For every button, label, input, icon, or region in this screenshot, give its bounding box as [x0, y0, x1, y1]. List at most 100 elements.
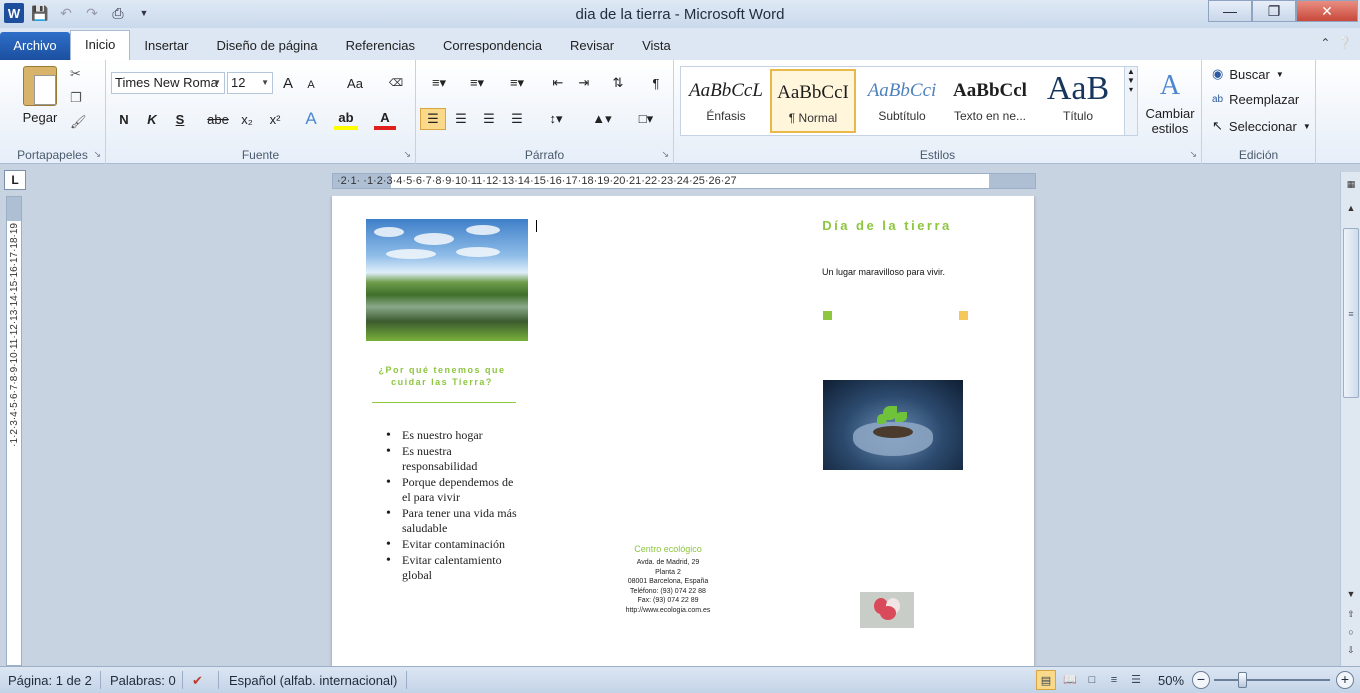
clear-format-icon[interactable]: ⌫: [386, 72, 406, 94]
borders-icon[interactable]: □▾: [630, 108, 662, 130]
italic-button[interactable]: K: [142, 108, 162, 130]
tab-inicio[interactable]: Inicio: [70, 30, 131, 60]
tab-diseno-pagina[interactable]: Diseño de página: [202, 32, 331, 60]
flower-image[interactable]: [860, 592, 914, 628]
underline-button[interactable]: S: [170, 108, 190, 130]
style-enfasis[interactable]: AaBbCcL Énfasis: [683, 69, 769, 133]
grow-font-button[interactable]: A: [278, 72, 298, 94]
minimize-button[interactable]: —: [1208, 0, 1252, 22]
replace-button[interactable]: ab Reemplazar: [1212, 92, 1299, 107]
justify-icon[interactable]: ☰: [506, 108, 528, 130]
horizontal-ruler[interactable]: ·2·1· ·1·2·3·4·5·6·7·8·9·10·11·12·13·14·…: [332, 173, 1036, 189]
landscape-image[interactable]: [366, 219, 528, 341]
green-square-shape[interactable]: [823, 311, 832, 320]
word-count[interactable]: Palabras: 0: [110, 673, 176, 688]
tab-selector[interactable]: L: [4, 170, 26, 190]
select-button[interactable]: ↖ Seleccionar ▼: [1212, 118, 1311, 134]
scroll-thumb[interactable]: ≡: [1343, 228, 1359, 398]
tab-correspondencia[interactable]: Correspondencia: [429, 32, 556, 60]
chevron-down-icon: ▼: [213, 78, 221, 87]
multilevel-list-icon[interactable]: ≡▾: [502, 72, 532, 94]
page-count[interactable]: Página: 1 de 2: [8, 673, 92, 688]
style-sample: AaBbCcL: [689, 80, 763, 101]
align-center-icon[interactable]: ☰: [450, 108, 472, 130]
language-indicator[interactable]: Español (alfab. internacional): [229, 673, 397, 688]
zoom-in-button[interactable]: +: [1336, 671, 1354, 689]
strikethrough-button[interactable]: abe: [206, 108, 230, 130]
proofing-icon[interactable]: ✔: [192, 673, 203, 689]
style-subtitulo[interactable]: AaBbCci Subtítulo: [859, 69, 945, 133]
subscript-button[interactable]: x₂: [236, 108, 258, 130]
bullets-icon[interactable]: ≡▾: [424, 72, 454, 94]
scroll-down-icon[interactable]: ▼: [1343, 586, 1359, 602]
align-left-icon[interactable]: ☰: [420, 108, 446, 130]
top-margin-area: [7, 197, 21, 221]
cut-icon[interactable]: ✂: [70, 66, 87, 82]
previous-page-icon[interactable]: ⇧: [1343, 606, 1359, 622]
align-right-icon[interactable]: ☰: [478, 108, 500, 130]
superscript-button[interactable]: x²: [264, 108, 286, 130]
org-name: Centro ecológico: [634, 544, 702, 554]
tab-archivo[interactable]: Archivo: [0, 32, 70, 60]
increase-indent-icon[interactable]: ⇥: [574, 72, 594, 94]
text-effects-icon[interactable]: A: [300, 108, 322, 130]
paragraph-launcher-icon[interactable]: ↘: [661, 149, 669, 160]
zoom-level[interactable]: 50%: [1158, 673, 1184, 688]
tab-referencias[interactable]: Referencias: [332, 32, 429, 60]
yellow-square-shape[interactable]: [959, 311, 968, 320]
maximize-button[interactable]: ❐: [1252, 0, 1296, 22]
sort-icon[interactable]: ⇅: [608, 72, 628, 94]
tab-revisar[interactable]: Revisar: [556, 32, 628, 60]
style-titulo[interactable]: AaB Título: [1035, 69, 1121, 133]
zoom-out-button[interactable]: −: [1192, 671, 1210, 689]
numbering-icon[interactable]: ≡▾: [462, 72, 492, 94]
styles-launcher-icon[interactable]: ↘: [1189, 149, 1197, 160]
status-bar: Página: 1 de 2 Palabras: 0 ✔ Español (al…: [0, 666, 1360, 693]
font-color-button[interactable]: A: [374, 108, 396, 130]
paste-button[interactable]: Pegar: [18, 66, 62, 125]
style-sample: AaBbCcl: [953, 80, 1027, 101]
format-painter-icon[interactable]: 🖌: [70, 114, 87, 130]
replace-label: Reemplazar: [1229, 92, 1300, 107]
style-normal[interactable]: AaBbCcI ¶ Normal: [770, 69, 856, 133]
change-styles-button[interactable]: A Cambiar estilos: [1144, 66, 1196, 136]
style-texto-negrita[interactable]: AaBbCcl Texto en ne...: [947, 69, 1033, 133]
style-sample: AaBbCci: [867, 80, 937, 101]
full-screen-reading-icon[interactable]: 📖: [1060, 670, 1080, 690]
tab-insertar[interactable]: Insertar: [130, 32, 202, 60]
print-layout-icon[interactable]: ▤: [1036, 670, 1056, 690]
find-button[interactable]: ◉ Buscar ▼: [1212, 66, 1284, 82]
vertical-scrollbar[interactable]: ▦ ▲ ≡ ▼ ⇧ ○ ⇩: [1340, 172, 1360, 666]
clipboard-launcher-icon[interactable]: ↘: [93, 149, 101, 160]
browse-object-icon[interactable]: ○: [1343, 624, 1359, 640]
hands-plant-image[interactable]: [823, 380, 963, 470]
document-page[interactable]: ¿Por qué tenemos que cuidar las Tierra? …: [332, 196, 1034, 666]
pilcrow-icon[interactable]: ¶: [646, 72, 666, 94]
bold-button[interactable]: N: [114, 108, 134, 130]
font-launcher-icon[interactable]: ↘: [403, 149, 411, 160]
font-size-combo[interactable]: 12 ▼: [227, 72, 273, 94]
tab-vista[interactable]: Vista: [628, 32, 685, 60]
vertical-ruler[interactable]: ·1·2·3·4·5·6·7·8·9·10·11·12·13·14·15·16·…: [6, 196, 22, 666]
scroll-up-icon[interactable]: ▲: [1343, 200, 1359, 216]
web-layout-icon[interactable]: □: [1082, 670, 1102, 690]
next-page-icon[interactable]: ⇩: [1343, 642, 1359, 658]
change-case-button[interactable]: Aa: [340, 72, 370, 94]
help-icon[interactable]: ⌃ ❔: [1320, 36, 1352, 50]
styles-scroll[interactable]: ▲ ▼ ▾: [1124, 66, 1138, 136]
outline-view-icon[interactable]: ≡: [1104, 670, 1124, 690]
zoom-slider-thumb[interactable]: [1238, 672, 1247, 688]
font-name-combo[interactable]: Times New Roma ▼: [111, 72, 225, 94]
style-sample: AaBbCcI: [777, 82, 849, 103]
ruler-toggle-icon[interactable]: ▦: [1343, 176, 1359, 192]
draft-view-icon[interactable]: ☰: [1126, 670, 1146, 690]
highlight-button[interactable]: ab: [334, 108, 358, 130]
decrease-indent-icon[interactable]: ⇤: [548, 72, 568, 94]
close-button[interactable]: ✕: [1296, 0, 1358, 22]
line-spacing-icon[interactable]: ↕▾: [540, 108, 572, 130]
shrink-font-button[interactable]: A: [302, 74, 320, 96]
copy-icon[interactable]: ❐: [70, 90, 87, 106]
shading-icon[interactable]: ▲▾: [586, 108, 618, 130]
zoom-slider-track[interactable]: [1214, 679, 1330, 681]
ruler-numbers: ·2·1· ·1·2·3·4·5·6·7·8·9·10·11·12·13·14·…: [337, 175, 737, 187]
